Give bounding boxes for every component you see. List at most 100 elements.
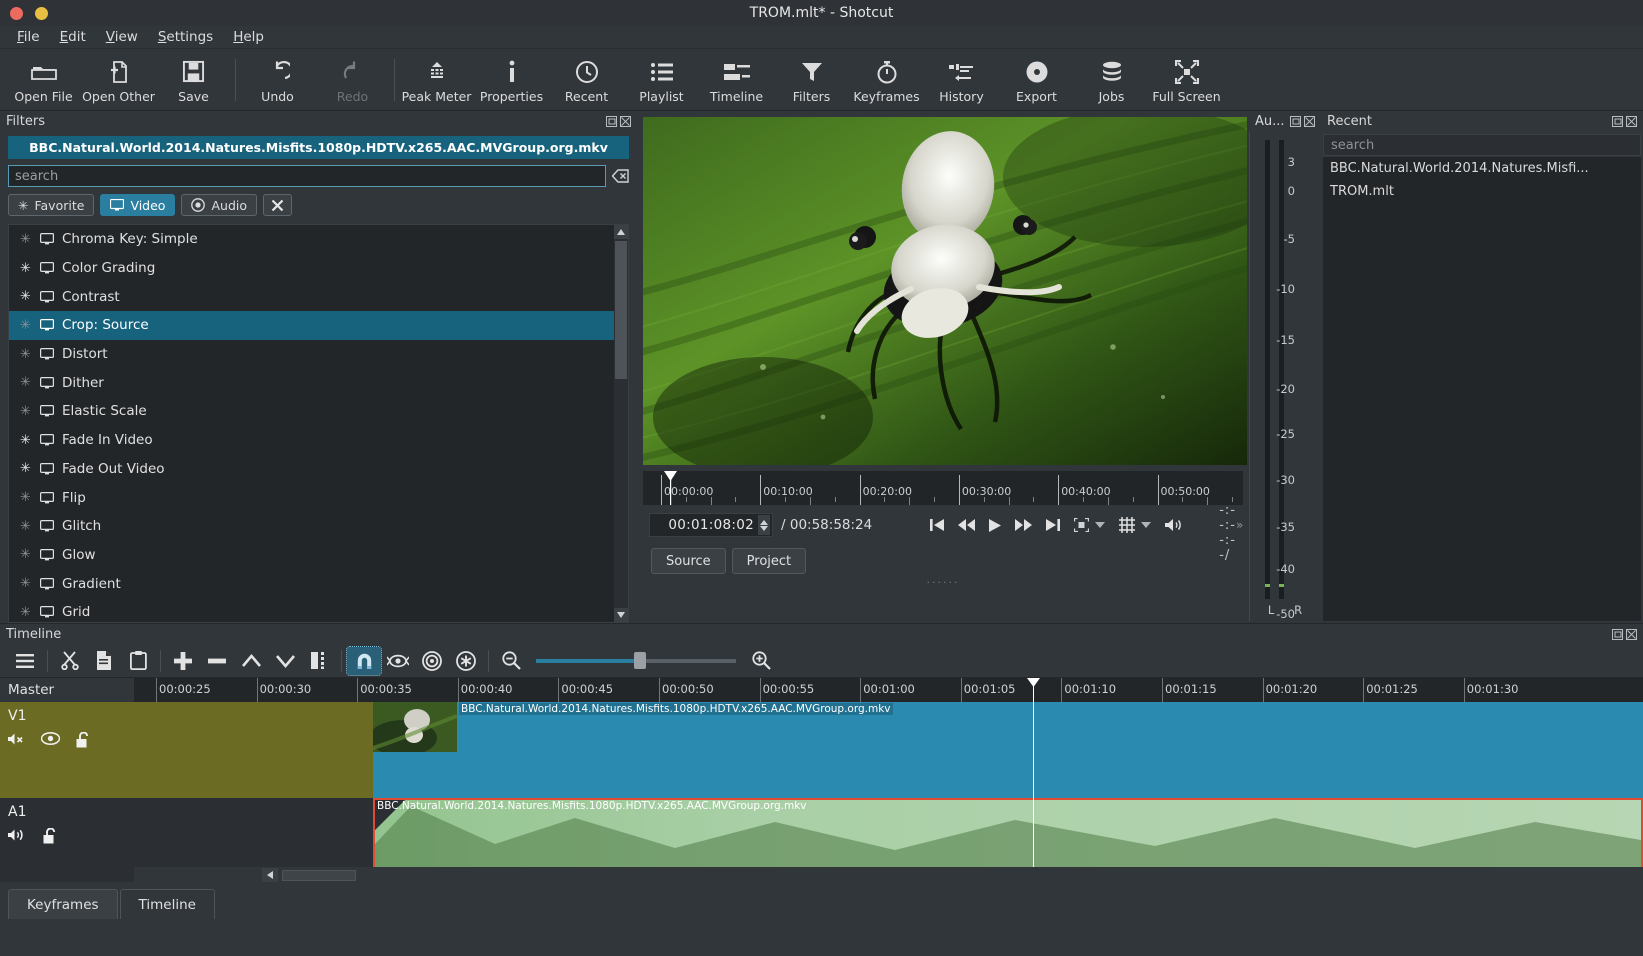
timeline-tracks-area[interactable]: 00:00:25 00:00:30 00:00:35 00:00:40 00:00:45… xyxy=(134,678,1643,883)
hamburger-menu-icon[interactable] xyxy=(8,647,42,675)
filter-list-item[interactable]: ✳ Glitch xyxy=(9,512,614,541)
toolbar-button-timeline[interactable]: Timeline xyxy=(699,53,774,104)
panel-resize-grip[interactable]: ······ xyxy=(637,576,1249,589)
filter-list-item[interactable]: ✳ Fade In Video xyxy=(9,426,614,455)
zoom-fit-icon[interactable] xyxy=(1074,518,1090,532)
snap-magnet-icon[interactable] xyxy=(346,645,382,676)
rewind-icon[interactable] xyxy=(958,519,976,531)
video-preview[interactable] xyxy=(643,117,1247,465)
copy-icon[interactable] xyxy=(87,647,121,675)
speaker-icon[interactable] xyxy=(8,828,27,844)
current-position-field[interactable]: 00:01:08:02 xyxy=(649,513,773,537)
tab-source[interactable]: Source xyxy=(651,548,726,574)
favorite-star-icon[interactable]: ✳ xyxy=(19,347,32,362)
filter-list-item[interactable]: ✳ Gradient xyxy=(9,569,614,598)
filter-list-item[interactable]: ✳ Chroma Key: Simple xyxy=(9,225,614,254)
zoom-in-icon[interactable] xyxy=(744,647,778,675)
scroll-down-icon[interactable] xyxy=(614,608,628,622)
close-panel-icon[interactable] xyxy=(1626,116,1637,127)
toolbar-button-history[interactable]: History xyxy=(924,53,999,104)
skip-start-icon[interactable] xyxy=(930,519,945,531)
timeline-playhead[interactable] xyxy=(1027,678,1040,882)
toolbar-button-filters[interactable]: Filters xyxy=(774,53,849,104)
chevron-down-icon[interactable] xyxy=(1141,522,1152,528)
favorite-star-icon[interactable]: ✳ xyxy=(19,404,32,419)
filters-search-input[interactable]: search xyxy=(8,165,606,187)
master-track-header[interactable]: Master xyxy=(0,678,134,702)
split-icon[interactable] xyxy=(302,647,336,675)
toolbar-button-recent[interactable]: Recent xyxy=(549,53,624,104)
fast-forward-icon[interactable] xyxy=(1015,519,1033,531)
track-header-v1[interactable]: V1 xyxy=(0,702,134,798)
menu-file[interactable]: File xyxy=(8,27,49,47)
favorite-star-icon[interactable]: ✳ xyxy=(19,461,32,476)
scroll-left-icon[interactable] xyxy=(262,868,278,882)
float-panel-icon[interactable] xyxy=(606,116,617,127)
toolbar-button-peak-meter[interactable]: Peak Meter xyxy=(399,53,474,104)
favorite-star-icon[interactable]: ✳ xyxy=(19,605,32,620)
position-spinner[interactable] xyxy=(758,515,770,535)
toolbar-button-jobs[interactable]: Jobs xyxy=(1074,53,1149,104)
favorite-star-icon[interactable]: ✳ xyxy=(19,519,32,534)
toolbar-button-keyframes[interactable]: Keyframes xyxy=(849,53,924,104)
append-plus-icon[interactable] xyxy=(166,647,200,675)
filter-list-item[interactable]: ✳ Distort xyxy=(9,340,614,369)
chip-favorite[interactable]: ✳ Favorite xyxy=(8,194,95,216)
toolbar-button-properties[interactable]: Properties xyxy=(474,53,549,104)
volume-icon[interactable] xyxy=(1165,518,1183,532)
favorite-star-icon[interactable]: ✳ xyxy=(19,547,32,562)
timeline-horizontal-scrollbar[interactable] xyxy=(134,867,1643,883)
paste-icon[interactable] xyxy=(121,647,155,675)
eye-visible-icon[interactable] xyxy=(41,732,60,748)
horizontal-scrollbar-thumb[interactable] xyxy=(282,869,356,881)
menu-view[interactable]: View xyxy=(97,27,147,47)
track-v1[interactable]: BBC.Natural.World.2014.Natures.Misfits.1… xyxy=(134,702,1643,798)
close-window-button[interactable] xyxy=(10,6,23,20)
chip-video[interactable]: Video xyxy=(100,194,176,216)
favorite-star-icon[interactable]: ✳ xyxy=(19,261,32,276)
close-panel-icon[interactable] xyxy=(620,116,631,127)
close-panel-icon[interactable] xyxy=(1626,628,1637,640)
chevron-down-icon[interactable] xyxy=(1095,522,1106,528)
toolbar-button-undo[interactable]: Undo xyxy=(240,53,315,104)
timeline-clip-v1[interactable]: BBC.Natural.World.2014.Natures.Misfits.1… xyxy=(373,702,1643,798)
bottom-tab-keyframes[interactable]: Keyframes xyxy=(8,889,118,919)
favorite-star-icon[interactable]: ✳ xyxy=(19,375,32,390)
filter-list-item[interactable]: ✳ Fade Out Video xyxy=(9,455,614,484)
play-icon[interactable] xyxy=(989,518,1002,532)
toolbar-button-save[interactable]: Save xyxy=(156,53,231,104)
filter-list-item[interactable]: ✳ Crop: Source xyxy=(9,311,614,340)
favorite-star-icon[interactable]: ✳ xyxy=(19,289,32,304)
ripple-icon[interactable] xyxy=(415,647,449,675)
overflow-chevron-icon[interactable]: » xyxy=(1236,518,1243,532)
filter-list-item[interactable]: ✳ Grid xyxy=(9,598,614,622)
zoom-slider-thumb[interactable] xyxy=(634,652,646,669)
float-panel-icon[interactable] xyxy=(1290,116,1301,127)
timeline-ruler[interactable]: 00:00:25 00:00:30 00:00:35 00:00:40 00:00:45… xyxy=(134,678,1643,702)
recent-search-input[interactable]: search xyxy=(1323,134,1641,156)
ripple-delete-minus-icon[interactable] xyxy=(200,647,234,675)
filter-list-item[interactable]: ✳ Dither xyxy=(9,368,614,397)
favorite-star-icon[interactable]: ✳ xyxy=(19,576,32,591)
tab-project[interactable]: Project xyxy=(731,548,807,574)
toolbar-button-export[interactable]: Export xyxy=(999,53,1074,104)
recent-list-item[interactable]: TROM.mlt xyxy=(1323,180,1641,203)
zoom-out-icon[interactable] xyxy=(494,647,528,675)
scroll-up-icon[interactable] xyxy=(614,225,628,239)
cut-icon[interactable] xyxy=(53,647,87,675)
grid-overlay-icon[interactable] xyxy=(1119,517,1136,533)
favorite-star-icon[interactable]: ✳ xyxy=(19,318,32,333)
menu-help[interactable]: Help xyxy=(224,27,273,47)
favorite-star-icon[interactable]: ✳ xyxy=(19,490,32,505)
toolbar-button-playlist[interactable]: Playlist xyxy=(624,53,699,104)
bottom-tab-timeline[interactable]: Timeline xyxy=(119,889,215,919)
minimize-window-button[interactable] xyxy=(35,6,48,20)
player-playhead[interactable] xyxy=(664,471,677,505)
menu-settings[interactable]: Settings xyxy=(149,27,222,47)
scrub-while-dragging-icon[interactable] xyxy=(381,647,415,675)
toolbar-button-open-file[interactable]: Open File xyxy=(6,53,81,104)
filters-list-scrollbar[interactable] xyxy=(614,225,628,622)
filter-list-item[interactable]: ✳ Glow xyxy=(9,541,614,570)
recent-file-list[interactable]: BBC.Natural.World.2014.Natures.Misfi... T… xyxy=(1323,157,1641,621)
float-panel-icon[interactable] xyxy=(1612,628,1623,640)
